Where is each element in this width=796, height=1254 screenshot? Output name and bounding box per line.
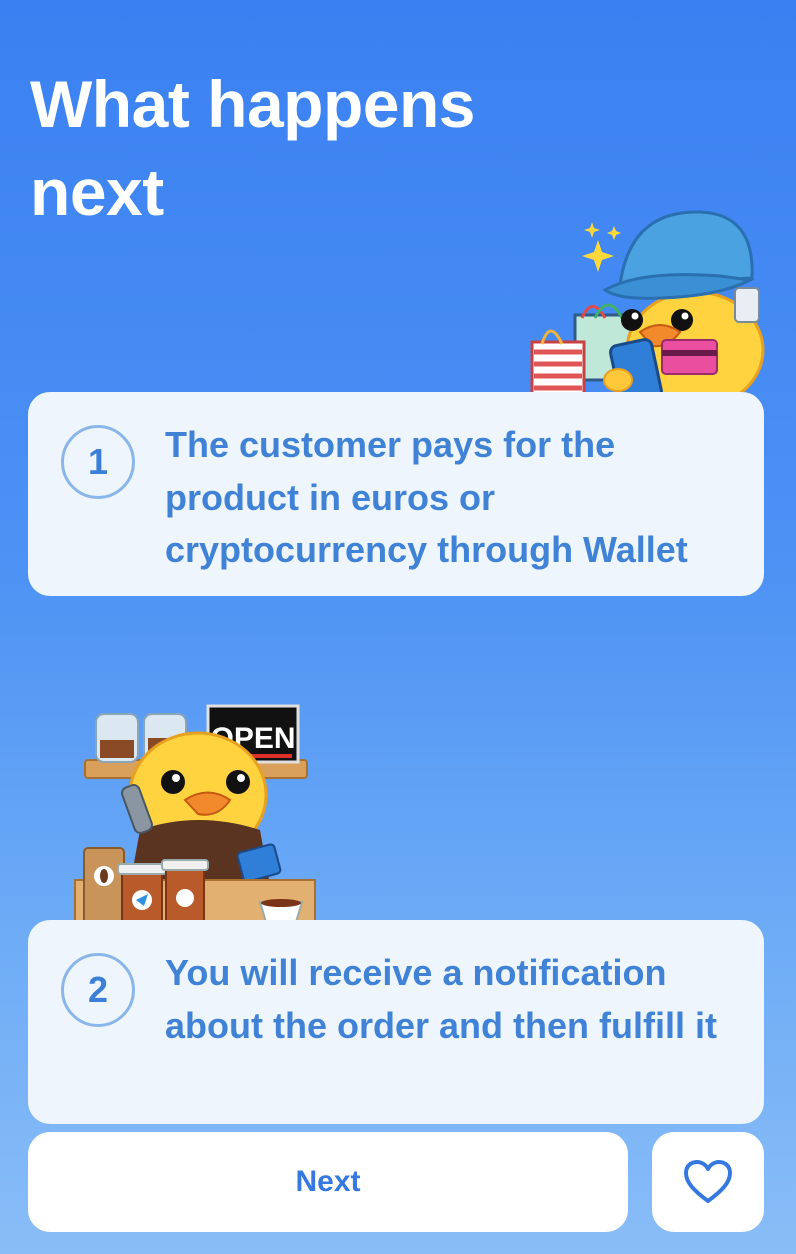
duck-barista-illustration: OPEN [74, 704, 316, 925]
duck-shopper-illustration [530, 210, 765, 410]
step-description: The customer pays for the product in eur… [165, 424, 688, 570]
page-title: What happens next [30, 67, 476, 229]
step-number-badge: 1 [61, 425, 135, 499]
heart-icon [684, 1160, 732, 1203]
step-number-badge: 2 [61, 953, 135, 1027]
favorite-button[interactable] [652, 1132, 764, 1232]
step-description: You will receive a notification about th… [165, 952, 717, 1046]
next-button[interactable]: Next [28, 1132, 628, 1232]
step-card-2: 2 You will receive a notification about … [28, 920, 764, 1124]
step-card-1: 1 The customer pays for the product in e… [28, 392, 764, 596]
